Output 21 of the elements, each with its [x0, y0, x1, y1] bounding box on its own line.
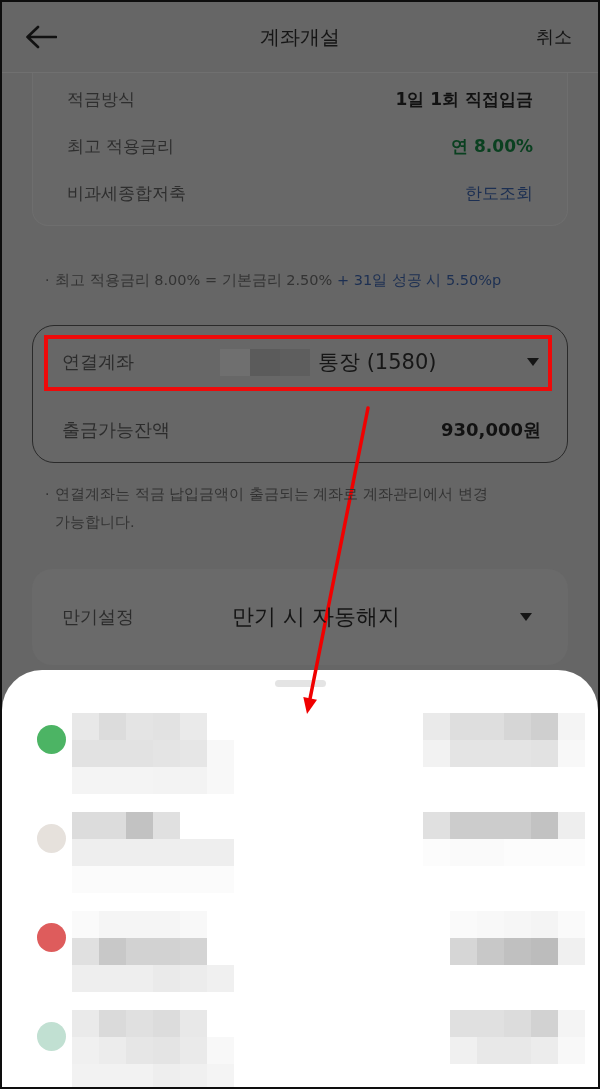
list-bullet: ·: [45, 485, 51, 504]
summary-label: 적금방식: [67, 88, 135, 111]
back-arrow-icon: [25, 25, 57, 49]
maturity-label: 만기설정: [62, 605, 135, 629]
balance-label: 출금가능잔액: [62, 418, 170, 442]
limit-check-link[interactable]: 한도조회: [465, 182, 533, 205]
linked-account-label: 연결계좌: [62, 350, 135, 374]
linked-account-value: 통장 (1580): [318, 349, 438, 376]
rate-value: 연 8.00%: [451, 135, 533, 158]
balance-value: 930,000원: [441, 418, 541, 442]
caret-icon: [527, 358, 539, 366]
summary-label: 비과세종합저축: [67, 182, 186, 205]
page-title: 계좌개설: [260, 23, 340, 51]
summary-label: 최고 적용금리: [67, 135, 175, 158]
caret-icon: [520, 613, 532, 621]
list-bullet: ·: [45, 271, 51, 290]
cancel-button[interactable]: 취소: [536, 25, 572, 49]
drag-handle[interactable]: [274, 680, 326, 687]
back-button[interactable]: [25, 25, 57, 49]
linked-account-select[interactable]: 연결계좌 통장 (1580): [33, 326, 567, 398]
summary-value: 1일 1회 직접입금: [395, 88, 533, 111]
